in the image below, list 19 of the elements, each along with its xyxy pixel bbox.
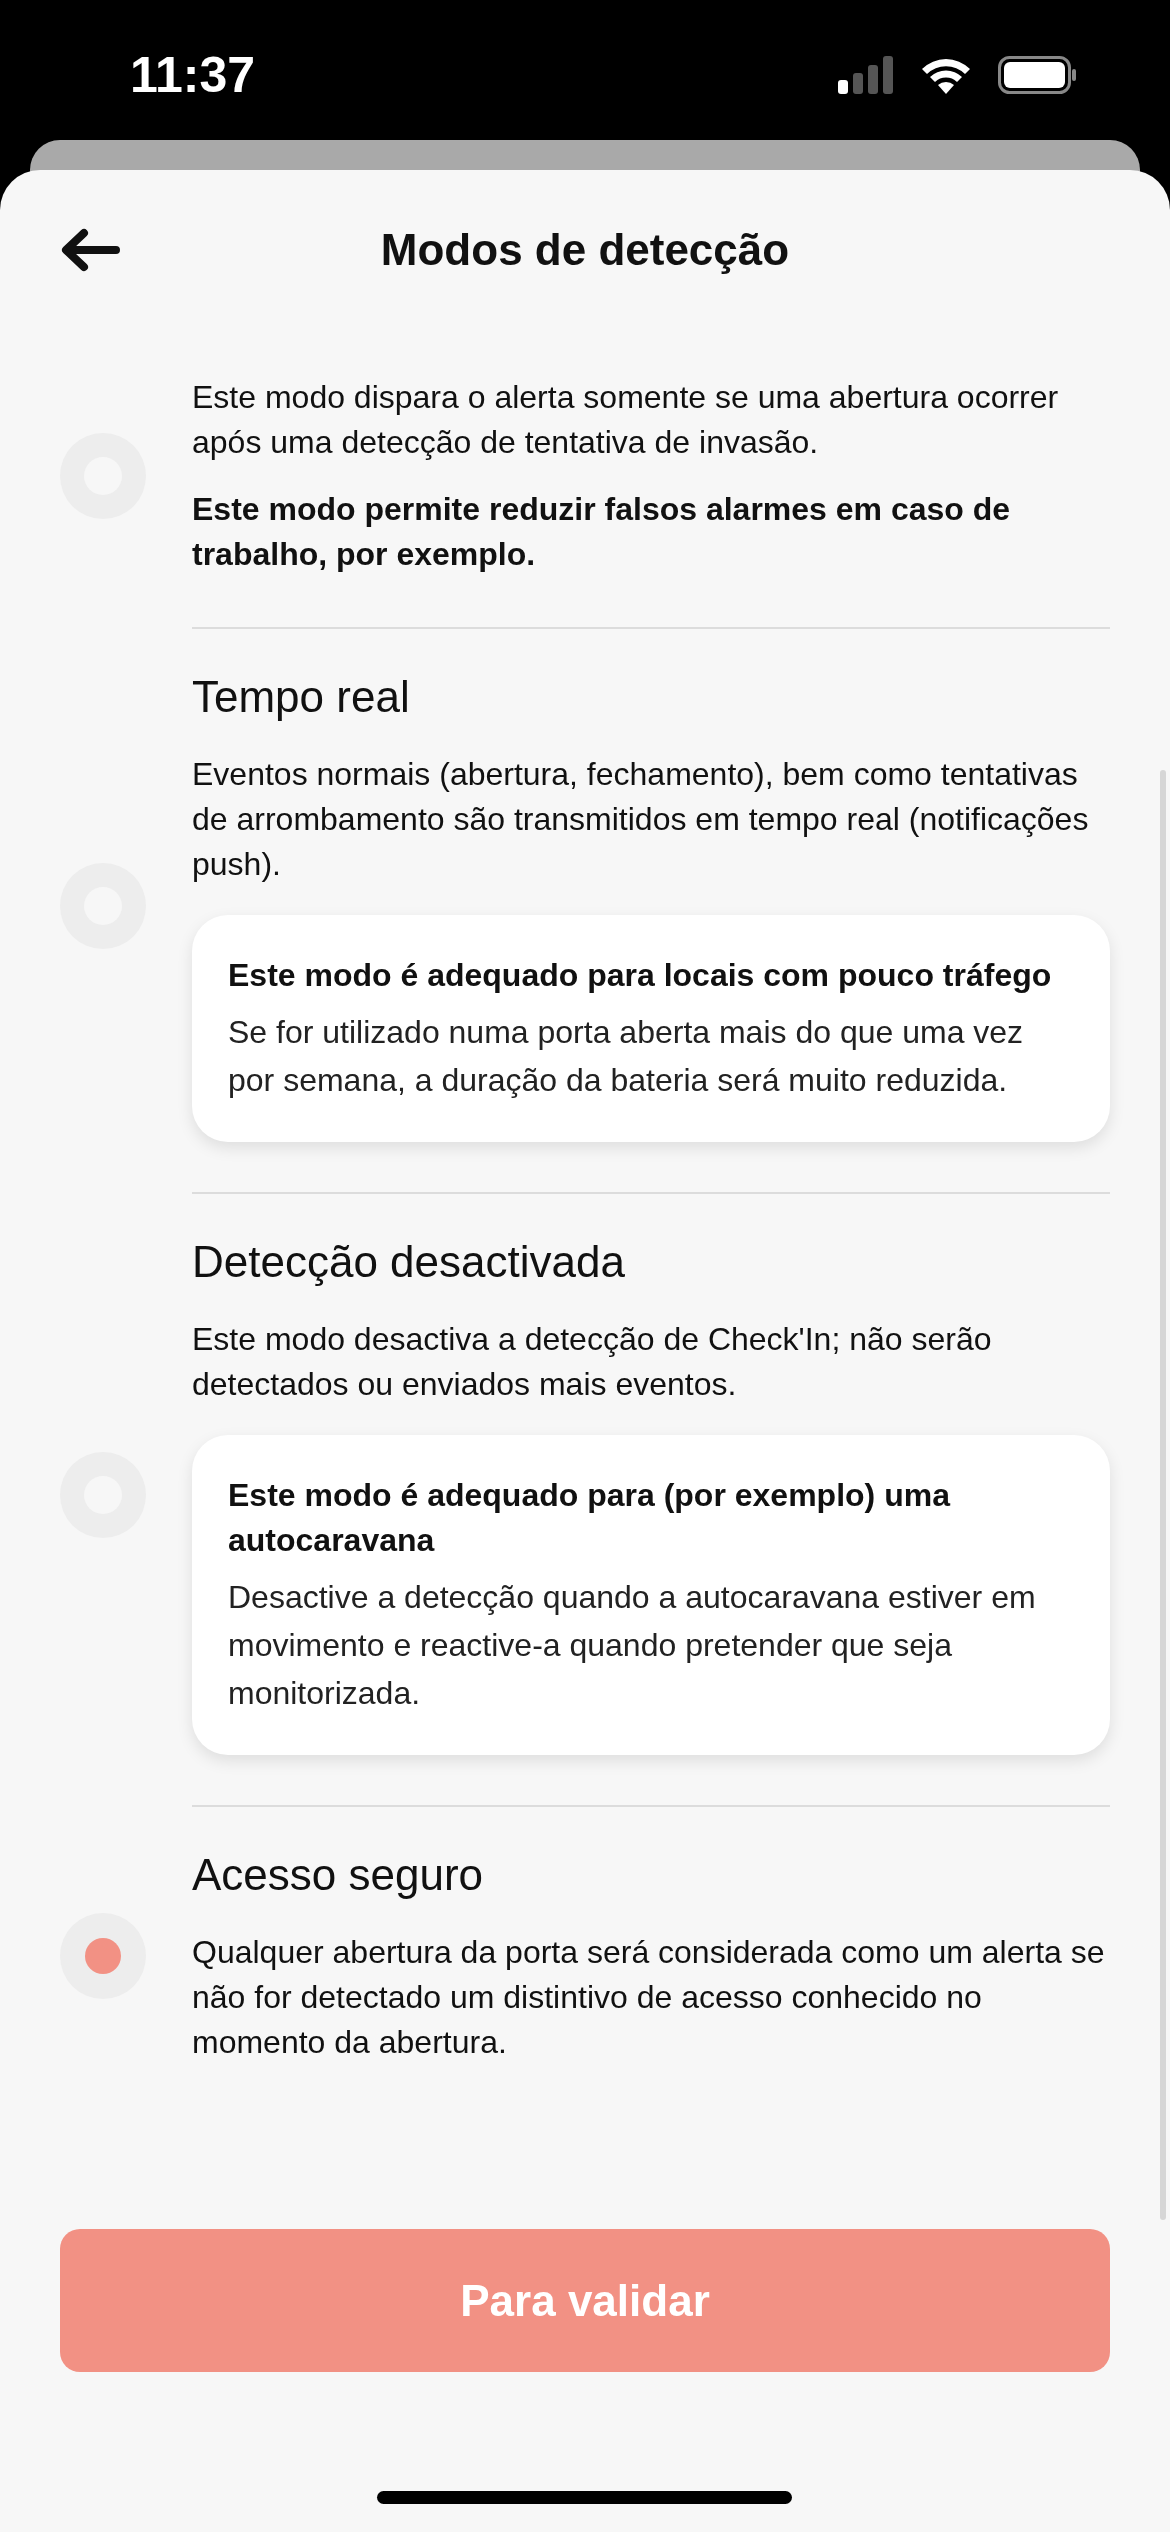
status-time: 11:37 [130,45,256,105]
mode-description: Qualquer abertura da porta será considerada como um alerta se não for detectado um distintivo de acesso conhecido no momento da abertura. [192,1933,1106,2062]
wifi-icon [920,56,972,94]
mode-title: Tempo real [192,671,411,723]
screen-title: Modos de detecção [380,224,790,276]
battery-icon [998,56,1078,94]
card-text: Se for utilizado numa porta aberta mais do que uma vez por semana, a duração da bateria será muito reduzida. [228,1013,1025,1100]
back-arrow-icon[interactable] [60,228,120,272]
mode-description: Este modo dispara o alerta somente se uma abertura ocorrer após uma detecção de tentativa de invasão. [192,378,1060,462]
mode-title: Detecção desactivada [192,1236,626,1288]
mode-note: Este modo permite reduzir falsos alarmes em caso de trabalho, por exemplo. [192,490,1012,574]
mode-description: Este modo desactiva a detecção de Check'In; não serão detectados ou enviados mais eventos. [192,1320,993,1404]
card-text: Desactive a detecção quando a autocaravana estiver em movimento e reactive-a quando pretender que seja monitorizada. [228,1578,1037,1713]
signal-icon [838,56,894,94]
validate-button[interactable]: Para validar [60,2229,1110,2372]
mode-description: Eventos normais (abertura, fechamento), bem como tentativas de arrombamento são transmitidos em tempo real (notificações push). [192,755,1090,884]
card-title: Este modo é adequado para locais com pouco tráfego [228,956,1053,995]
card-title: Este modo é adequado para (por exemplo) uma autocaravana [228,1476,952,1560]
mode-title: Acesso seguro [192,1849,485,1901]
